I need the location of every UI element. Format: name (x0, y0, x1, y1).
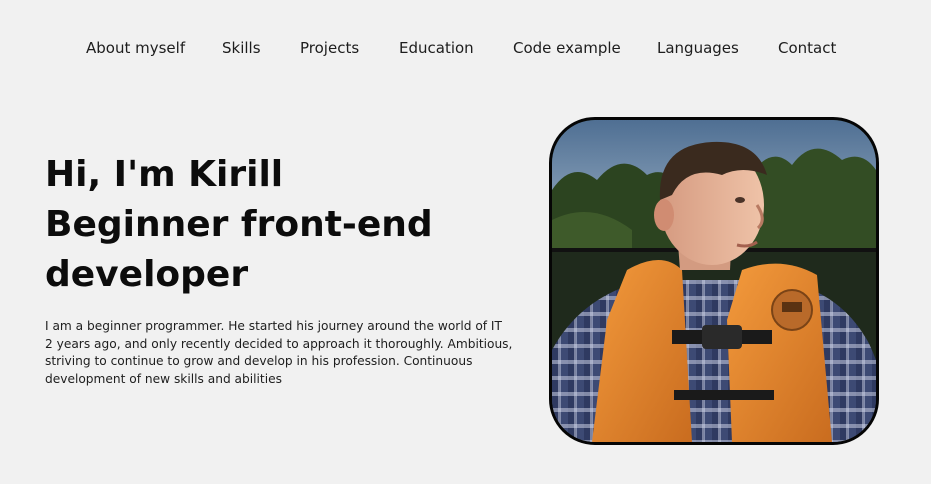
hero-role-line-2: developer (45, 254, 249, 295)
profile-photo-illustration (552, 120, 876, 442)
top-navigation: About myself Skills Projects Education C… (0, 37, 931, 59)
profile-photo (549, 117, 879, 445)
nav-link-education[interactable]: Education (399, 37, 474, 59)
page: About myself Skills Projects Education C… (0, 0, 931, 484)
nav-link-languages[interactable]: Languages (657, 37, 739, 59)
hero-heading: Hi, I'm Kirill Beginner front-end develo… (45, 150, 515, 300)
nav-link-contact[interactable]: Contact (778, 37, 836, 59)
nav-link-about-myself[interactable]: About myself (86, 37, 185, 59)
hero-description: I am a beginner programmer. He started h… (45, 319, 513, 386)
nav-link-code-example[interactable]: Code example (513, 37, 621, 59)
hero-greeting: Hi, I'm Kirill (45, 154, 284, 195)
nav-link-projects[interactable]: Projects (300, 37, 359, 59)
nav-link-skills[interactable]: Skills (222, 37, 261, 59)
hero-role-line-1: Beginner front-end (45, 204, 433, 245)
